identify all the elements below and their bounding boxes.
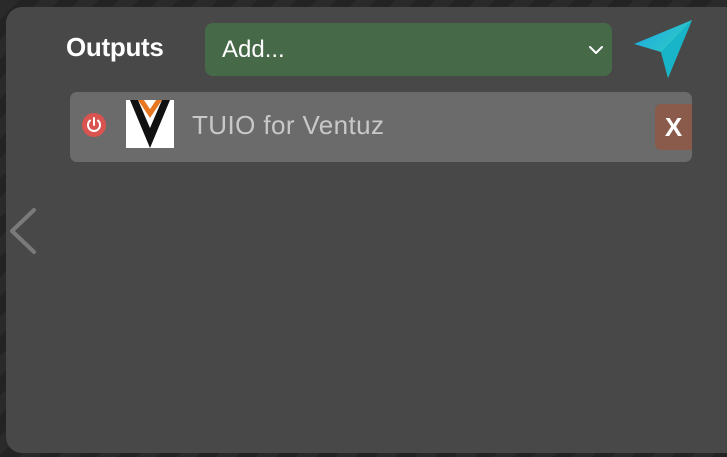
add-output-select-value: Add... — [222, 36, 285, 63]
power-icon[interactable] — [81, 112, 107, 138]
add-output-select[interactable]: Add... — [205, 23, 612, 76]
outputs-title: Outputs — [66, 32, 164, 62]
output-name: TUIO for Ventuz — [192, 110, 385, 140]
chevron-down-icon — [589, 46, 603, 54]
output-item: TUIO for Ventuz X — [70, 92, 692, 162]
remove-output-button[interactable]: X — [655, 104, 692, 150]
send-icon[interactable] — [632, 18, 694, 80]
chevron-left-icon[interactable] — [6, 206, 38, 256]
ventuz-logo — [126, 100, 174, 148]
